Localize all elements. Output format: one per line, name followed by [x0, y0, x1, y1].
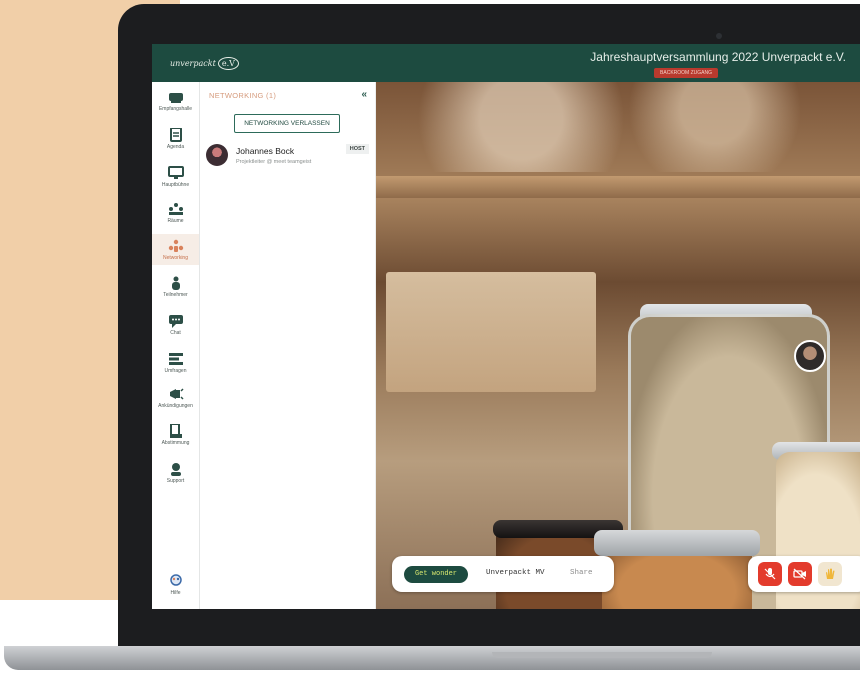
sidebar-nav: Empfangshalle Agenda Hauptbühne Räume Ne… [152, 82, 200, 609]
sidebar-item-empfangshalle[interactable]: Empfangshalle [152, 90, 199, 112]
megaphone-icon [169, 388, 184, 400]
shelf [376, 176, 860, 198]
background-blur [376, 82, 860, 172]
app-screen: unverpackt e.V Jahreshauptversammlung 202… [152, 44, 860, 609]
collapse-icon[interactable]: « [361, 89, 367, 100]
poll-icon [168, 353, 183, 365]
webcam [716, 33, 722, 39]
video-area: Get wonder Unverpackt MV Share [376, 82, 860, 609]
sidebar-item-label: Empfangshalle [158, 106, 193, 112]
participant-icon [171, 276, 180, 290]
mic-off-icon [764, 568, 776, 580]
sidebar-item-hilfe[interactable]: Hilfe [152, 574, 199, 596]
camera-off-icon [793, 568, 806, 580]
laptop-base [4, 646, 860, 670]
panel-title: NETWORKING (1) [209, 91, 277, 100]
rooms-icon [168, 203, 183, 215]
sidebar-item-umfragen[interactable]: Umfragen [152, 352, 199, 374]
agenda-icon [169, 128, 182, 142]
logo-badge: e.V [217, 57, 239, 70]
sidebar-item-ankuendigungen[interactable]: Ankündigungen [152, 387, 199, 409]
stage-icon [167, 166, 184, 179]
get-wonder-button[interactable]: Get wonder [404, 566, 468, 583]
brand-logo[interactable]: unverpackt e.V [170, 57, 239, 70]
sidebar-item-label: Hauptbühne [161, 182, 190, 188]
sidebar-item-label: Hilfe [170, 590, 181, 596]
help-icon [169, 574, 182, 586]
reception-icon [168, 93, 183, 103]
wooden-box [386, 272, 596, 392]
sidebar-item-support[interactable]: Support [152, 462, 199, 484]
room-name: Unverpackt MV [486, 569, 545, 577]
participant-name: Johannes Bock [236, 146, 295, 156]
sidebar-item-label: Teilnehmer [163, 292, 188, 298]
laptop-notch [492, 652, 712, 658]
networking-panel: NETWORKING (1) « NETWORKING VERLASSEN Jo… [200, 82, 376, 609]
media-controls [748, 556, 860, 592]
sidebar-item-label: Umfragen [164, 368, 187, 374]
sidebar-item-raeume[interactable]: Räume [152, 202, 199, 224]
sidebar-item-hauptbuehne[interactable]: Hauptbühne [152, 166, 199, 188]
mic-toggle-button[interactable] [758, 562, 782, 586]
sidebar-item-label: Chat [170, 330, 181, 336]
top-bar: unverpackt e.V Jahreshauptversammlung 202… [152, 44, 860, 82]
host-badge: HOST [345, 144, 369, 154]
camera-toggle-button[interactable] [788, 562, 812, 586]
sidebar-item-label: Agenda [166, 144, 185, 150]
hand-wave-button[interactable] [818, 562, 842, 586]
remote-participant-avatar[interactable] [794, 340, 826, 372]
event-title: Jahreshauptversammlung 2022 Unverpackt e… [590, 50, 846, 64]
jar-lid [594, 530, 760, 556]
sidebar-item-label: Räume [167, 218, 184, 224]
support-icon [170, 463, 181, 476]
participant-role: Projektleiter @ meet teamgeist [236, 159, 312, 165]
avatar [206, 144, 228, 166]
hand-icon [826, 568, 835, 579]
sidebar-item-agenda[interactable]: Agenda [152, 128, 199, 150]
sidebar-item-chat[interactable]: Chat [152, 314, 199, 336]
sidebar-item-teilnehmer[interactable]: Teilnehmer [152, 276, 199, 298]
breakout-badge[interactable]: BACKROOM ZUGANG [654, 68, 718, 78]
sidebar-item-abstimmung[interactable]: Abstimmung [152, 424, 199, 446]
sidebar-item-label: Support [166, 478, 185, 484]
sidebar-item-label: Networking [162, 255, 188, 261]
sidebar-item-label: Abstimmung [161, 440, 190, 446]
logo-text: unverpackt [170, 59, 216, 68]
share-button[interactable]: Share [570, 569, 593, 577]
chat-icon [168, 315, 183, 328]
leave-networking-button[interactable]: NETWORKING VERLASSEN [234, 114, 340, 133]
vote-icon [169, 424, 182, 438]
sidebar-item-networking[interactable]: Networking [152, 234, 199, 265]
room-info-bar: Get wonder Unverpackt MV Share [392, 556, 614, 592]
sidebar-item-label: Ankündigungen [158, 403, 193, 409]
networking-icon [168, 239, 183, 252]
participant-row[interactable]: Johannes Bock Projektleiter @ meet teamg… [206, 144, 369, 170]
